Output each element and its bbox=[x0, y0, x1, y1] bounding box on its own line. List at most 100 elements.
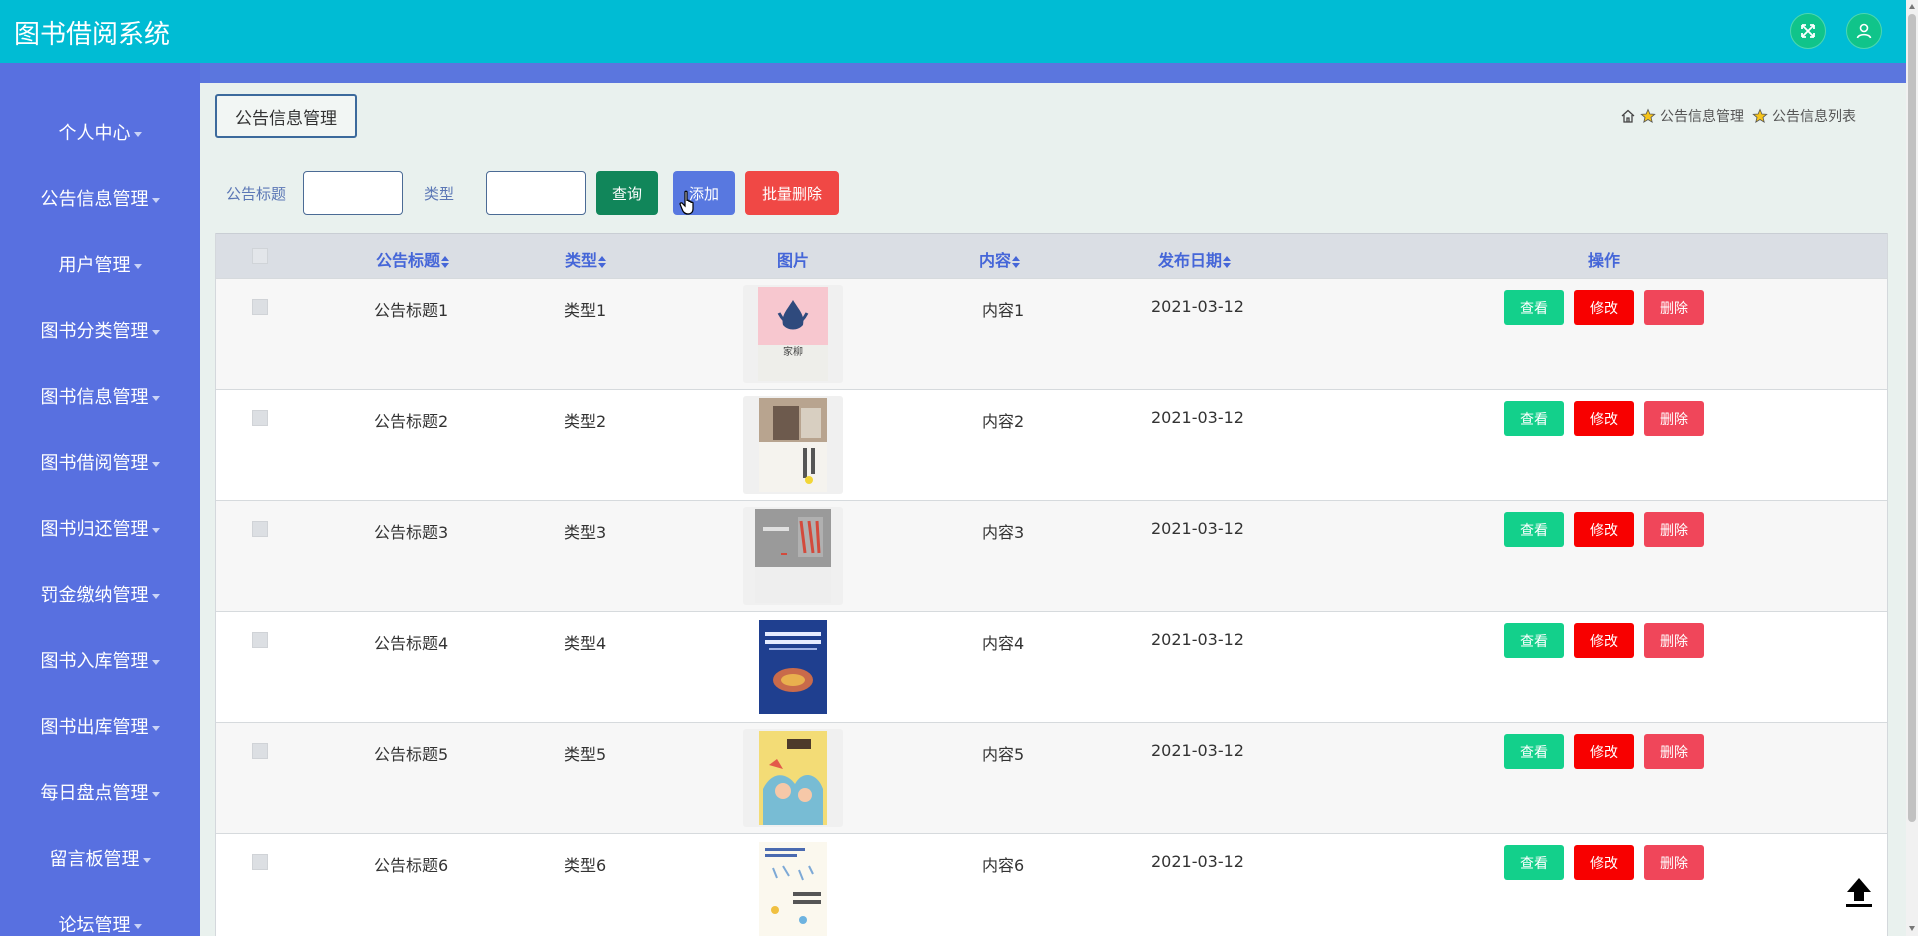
title-search-input[interactable] bbox=[303, 171, 403, 215]
sort-icon bbox=[1012, 255, 1021, 268]
type-search-input[interactable] bbox=[486, 171, 586, 215]
row-checkbox[interactable] bbox=[252, 521, 268, 537]
chevron-down-icon bbox=[151, 461, 160, 467]
delete-button[interactable]: 删除 bbox=[1644, 845, 1704, 880]
edit-button[interactable]: 修改 bbox=[1574, 845, 1634, 880]
sidebar-item-label: 图书借阅管理 bbox=[40, 453, 149, 474]
cell-date: 2021-03-12 bbox=[1151, 630, 1244, 649]
sidebar-item-book-categories[interactable]: 图书分类管理 bbox=[0, 317, 200, 343]
column-header-title[interactable]: 公告标题 bbox=[376, 247, 450, 271]
view-button[interactable]: 查看 bbox=[1504, 401, 1564, 436]
page-tag: 公告信息管理 bbox=[215, 94, 357, 138]
cell-title: 公告标题4 bbox=[374, 634, 449, 653]
view-button[interactable]: 查看 bbox=[1504, 845, 1564, 880]
delete-button[interactable]: 删除 bbox=[1644, 512, 1704, 547]
sidebar-item-label: 留言板管理 bbox=[49, 849, 140, 870]
breadcrumb-item[interactable]: 公告信息管理 bbox=[1660, 106, 1744, 126]
row-checkbox[interactable] bbox=[252, 854, 268, 870]
cell-content: 内容4 bbox=[982, 634, 1025, 653]
scroll-down-arrow-icon[interactable] bbox=[1909, 926, 1915, 931]
edit-button[interactable]: 修改 bbox=[1574, 512, 1634, 547]
sort-icon bbox=[1223, 255, 1232, 268]
chevron-down-icon bbox=[133, 131, 142, 137]
select-all-checkbox[interactable] bbox=[252, 248, 268, 264]
cell-date: 2021-03-12 bbox=[1151, 741, 1244, 760]
book-cover-image bbox=[743, 840, 843, 936]
star-icon bbox=[1752, 108, 1768, 123]
sidebar-item-forum[interactable]: 论坛管理 bbox=[0, 911, 200, 936]
chevron-down-icon bbox=[151, 197, 160, 203]
sidebar-item-users[interactable]: 用户管理 bbox=[0, 251, 200, 277]
expand-icon[interactable] bbox=[1790, 13, 1826, 49]
column-header-image: 图片 bbox=[777, 247, 809, 271]
view-button[interactable]: 查看 bbox=[1504, 623, 1564, 658]
edit-button[interactable]: 修改 bbox=[1574, 623, 1634, 658]
sidebar-item-announcements[interactable]: 公告信息管理 bbox=[0, 185, 200, 211]
cell-date: 2021-03-12 bbox=[1151, 519, 1244, 538]
cell-type: 类型5 bbox=[564, 745, 607, 764]
column-header-date[interactable]: 发布日期 bbox=[1158, 247, 1232, 271]
edit-button[interactable]: 修改 bbox=[1574, 290, 1634, 325]
book-cover-image: 家柳 bbox=[743, 285, 843, 383]
home-icon[interactable] bbox=[1620, 108, 1636, 124]
row-checkbox[interactable] bbox=[252, 743, 268, 759]
row-checkbox[interactable] bbox=[252, 632, 268, 648]
hand-cursor-icon bbox=[679, 190, 694, 215]
cell-date: 2021-03-12 bbox=[1151, 297, 1244, 316]
cell-date: 2021-03-12 bbox=[1151, 408, 1244, 427]
column-header-type[interactable]: 类型 bbox=[565, 247, 607, 271]
chevron-down-icon bbox=[151, 329, 160, 335]
sidebar-item-label: 图书出库管理 bbox=[40, 717, 149, 738]
table-row: 公告标题2 类型2 内容2 2021-03-12 查看 修改 删除 bbox=[216, 389, 1887, 500]
sidebar-item-message-board[interactable]: 留言板管理 bbox=[0, 845, 200, 871]
row-checkbox[interactable] bbox=[252, 410, 268, 426]
row-checkbox[interactable] bbox=[252, 299, 268, 315]
cell-content: 内容1 bbox=[982, 301, 1025, 320]
table-header: 公告标题 类型 图片 内容 发布日期 操作 bbox=[216, 233, 1887, 278]
table-row: 公告标题5 类型5 内容5 2021-03-12 查看 修改 删除 bbox=[216, 722, 1887, 833]
sidebar-item-label: 图书信息管理 bbox=[40, 387, 149, 408]
sidebar-item-fines[interactable]: 罚金缴纳管理 bbox=[0, 581, 200, 607]
edit-button[interactable]: 修改 bbox=[1574, 401, 1634, 436]
book-cover-image bbox=[743, 396, 843, 494]
view-button[interactable]: 查看 bbox=[1504, 290, 1564, 325]
book-cover-image bbox=[743, 618, 843, 716]
view-button[interactable]: 查看 bbox=[1504, 512, 1564, 547]
delete-button[interactable]: 删除 bbox=[1644, 623, 1704, 658]
cell-type: 类型1 bbox=[564, 301, 607, 320]
sidebar-item-stock-in[interactable]: 图书入库管理 bbox=[0, 647, 200, 673]
column-header-content[interactable]: 内容 bbox=[979, 247, 1021, 271]
delete-button[interactable]: 删除 bbox=[1644, 401, 1704, 436]
query-button[interactable]: 查询 bbox=[596, 171, 658, 215]
delete-button[interactable]: 删除 bbox=[1644, 290, 1704, 325]
chevron-down-icon bbox=[142, 857, 151, 863]
scroll-up-arrow-icon[interactable] bbox=[1909, 4, 1915, 9]
sidebar-item-borrowing[interactable]: 图书借阅管理 bbox=[0, 449, 200, 475]
batch-delete-button[interactable]: 批量删除 bbox=[745, 171, 839, 215]
type-search-label: 类型 bbox=[424, 185, 455, 203]
breadcrumb-item: 公告信息列表 bbox=[1772, 109, 1856, 125]
cell-content: 内容2 bbox=[982, 412, 1025, 431]
cell-type: 类型4 bbox=[564, 634, 607, 653]
vertical-scrollbar[interactable] bbox=[1906, 0, 1918, 936]
sidebar-item-returns[interactable]: 图书归还管理 bbox=[0, 515, 200, 541]
sidebar-item-label: 用户管理 bbox=[58, 255, 131, 276]
sidebar-item-personal-center[interactable]: 个人中心 bbox=[0, 119, 200, 145]
cell-date: 2021-03-12 bbox=[1151, 852, 1244, 871]
back-to-top-icon[interactable] bbox=[1841, 874, 1877, 910]
scrollbar-thumb[interactable] bbox=[1908, 14, 1916, 822]
table-row: 公告标题1 类型1 家柳 内容1 2021-03-12 查看 修改 删除 bbox=[216, 278, 1887, 389]
table-row: 公告标题3 类型3 内容3 2021-03-12 查看 修改 删除 bbox=[216, 500, 1887, 611]
sidebar-item-book-info[interactable]: 图书信息管理 bbox=[0, 383, 200, 409]
view-button[interactable]: 查看 bbox=[1504, 734, 1564, 769]
announcement-table: 公告标题 类型 图片 内容 发布日期 操作 公告标题1 类型1 家柳 内容1 2… bbox=[215, 233, 1888, 936]
sidebar-item-daily-inventory[interactable]: 每日盘点管理 bbox=[0, 779, 200, 805]
sidebar-item-stock-out[interactable]: 图书出库管理 bbox=[0, 713, 200, 739]
sort-icon bbox=[441, 255, 450, 268]
cell-content: 内容3 bbox=[982, 523, 1025, 542]
chevron-down-icon bbox=[151, 593, 160, 599]
delete-button[interactable]: 删除 bbox=[1644, 734, 1704, 769]
cell-type: 类型3 bbox=[564, 523, 607, 542]
user-icon[interactable] bbox=[1846, 13, 1882, 49]
edit-button[interactable]: 修改 bbox=[1574, 734, 1634, 769]
